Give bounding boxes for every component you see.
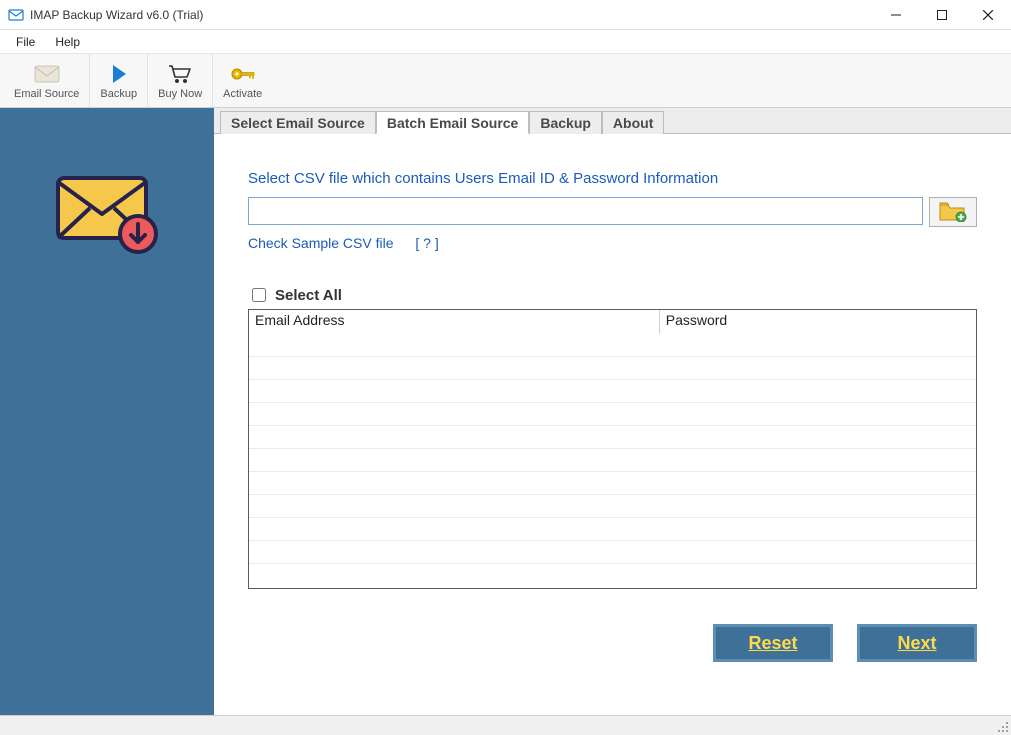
window-title: IMAP Backup Wizard v6.0 (Trial) bbox=[30, 8, 203, 22]
sidebar bbox=[0, 108, 214, 715]
app-icon bbox=[8, 7, 24, 23]
resize-grip-icon[interactable] bbox=[995, 719, 1009, 733]
table-row bbox=[249, 380, 976, 403]
helper-links: Check Sample CSV file [ ? ] bbox=[248, 235, 977, 251]
table-row bbox=[249, 334, 976, 357]
table-row bbox=[249, 518, 976, 541]
help-link[interactable]: [ ? ] bbox=[415, 235, 438, 251]
menu-file[interactable]: File bbox=[6, 32, 45, 52]
table-row bbox=[249, 403, 976, 426]
tab-about[interactable]: About bbox=[602, 111, 664, 134]
envelope-download-icon bbox=[52, 168, 162, 715]
folder-add-icon bbox=[938, 200, 968, 225]
title-bar: IMAP Backup Wizard v6.0 (Trial) bbox=[0, 0, 1011, 30]
toolbar-label: Buy Now bbox=[158, 88, 202, 100]
select-all-checkbox[interactable] bbox=[252, 288, 266, 302]
toolbar-activate[interactable]: Activate bbox=[213, 54, 272, 107]
window-controls bbox=[873, 0, 1011, 30]
action-buttons: Reset Next bbox=[713, 624, 977, 662]
col-password-header[interactable]: Password bbox=[660, 310, 976, 334]
minimize-button[interactable] bbox=[873, 0, 919, 30]
toolbar-backup[interactable]: Backup bbox=[90, 54, 148, 107]
table-row bbox=[249, 495, 976, 518]
toolbar: Email Source Backup Buy Now bbox=[0, 54, 1011, 108]
tab-batch-email-source[interactable]: Batch Email Source bbox=[376, 111, 530, 134]
tab-panel-batch: Select CSV file which contains Users Ema… bbox=[214, 134, 1011, 589]
maximize-button[interactable] bbox=[919, 0, 965, 30]
check-sample-link[interactable]: Check Sample CSV file bbox=[248, 235, 394, 251]
grid-header: Email Address Password bbox=[249, 310, 976, 334]
body: Select Email Source Batch Email Source B… bbox=[0, 108, 1011, 715]
table-row bbox=[249, 541, 976, 564]
cart-icon bbox=[167, 61, 193, 87]
table-row bbox=[249, 472, 976, 495]
tab-backup[interactable]: Backup bbox=[529, 111, 602, 134]
csv-path-input[interactable] bbox=[248, 197, 923, 225]
credentials-grid: Email Address Password bbox=[248, 309, 977, 589]
content-area: Select Email Source Batch Email Source B… bbox=[214, 108, 1011, 715]
play-icon bbox=[110, 61, 128, 87]
reset-label: Reset bbox=[748, 633, 797, 654]
toolbar-label: Email Source bbox=[14, 88, 79, 100]
csv-file-row bbox=[248, 197, 977, 227]
table-row bbox=[249, 426, 976, 449]
table-row bbox=[249, 357, 976, 380]
select-all-row[interactable]: Select All bbox=[248, 285, 977, 305]
tab-strip: Select Email Source Batch Email Source B… bbox=[214, 108, 1011, 134]
col-email-header[interactable]: Email Address bbox=[249, 310, 660, 334]
email-icon bbox=[34, 61, 60, 87]
next-label: Next bbox=[897, 633, 936, 654]
toolbar-buy-now[interactable]: Buy Now bbox=[148, 54, 213, 107]
menu-bar: File Help bbox=[0, 30, 1011, 54]
reset-button[interactable]: Reset bbox=[713, 624, 833, 662]
instruction-text: Select CSV file which contains Users Ema… bbox=[248, 170, 977, 187]
table-row bbox=[249, 449, 976, 472]
select-all-label: Select All bbox=[275, 287, 342, 304]
close-button[interactable] bbox=[965, 0, 1011, 30]
browse-button[interactable] bbox=[929, 197, 977, 227]
grid-body bbox=[249, 334, 976, 588]
next-button[interactable]: Next bbox=[857, 624, 977, 662]
toolbar-email-source[interactable]: Email Source bbox=[4, 54, 90, 107]
tab-select-email-source[interactable]: Select Email Source bbox=[220, 111, 376, 134]
menu-help[interactable]: Help bbox=[45, 32, 90, 52]
toolbar-label: Backup bbox=[100, 88, 137, 100]
toolbar-label: Activate bbox=[223, 88, 262, 100]
status-bar bbox=[0, 715, 1011, 735]
key-icon bbox=[229, 61, 257, 87]
